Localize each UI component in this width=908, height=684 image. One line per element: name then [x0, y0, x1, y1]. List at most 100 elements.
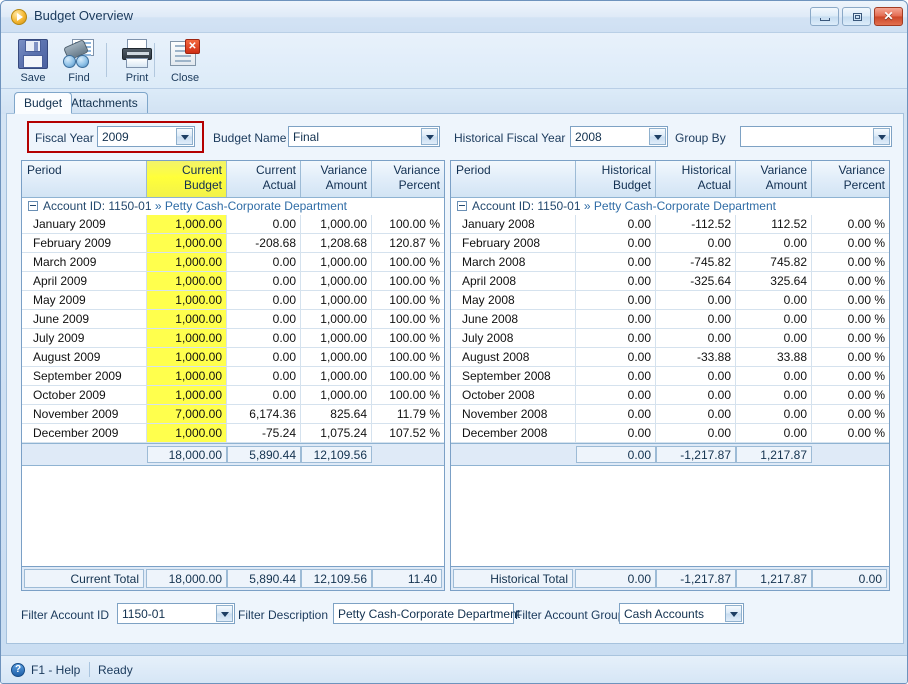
cell-actual[interactable]: 0.00: [656, 234, 736, 253]
cell-actual[interactable]: 0.00: [656, 424, 736, 443]
cell-budget[interactable]: 0.00: [576, 405, 656, 424]
cell-period[interactable]: May 2008: [451, 291, 576, 310]
cell-variance-amount[interactable]: 0.00: [736, 234, 812, 253]
cell-period[interactable]: February 2008: [451, 234, 576, 253]
cell-actual[interactable]: 0.00: [227, 386, 301, 405]
cell-period[interactable]: July 2008: [451, 329, 576, 348]
cell-period[interactable]: November 2009: [22, 405, 147, 424]
cell-variance-percent[interactable]: 0.00 %: [812, 234, 889, 253]
cell-actual[interactable]: -112.52: [656, 215, 736, 234]
table-row[interactable]: May 2008 0.00 0.00 0.00 0.00 %: [451, 291, 889, 310]
table-row[interactable]: August 2009 1,000.00 0.00 1,000.00 100.00 %: [22, 348, 444, 367]
cell-actual[interactable]: 6,174.36: [227, 405, 301, 424]
cell-variance-amount[interactable]: 1,000.00: [301, 329, 372, 348]
header-period-historical[interactable]: Period: [451, 161, 576, 197]
cell-variance-amount[interactable]: 745.82: [736, 253, 812, 272]
cell-variance-percent[interactable]: 0.00 %: [812, 272, 889, 291]
collapse-group-icon[interactable]: [28, 201, 38, 211]
chevron-down-icon[interactable]: [216, 605, 233, 622]
cell-actual[interactable]: 0.00: [227, 348, 301, 367]
fiscal-year-select[interactable]: 2009: [97, 126, 195, 147]
cell-variance-percent[interactable]: 100.00 %: [372, 348, 444, 367]
table-row[interactable]: October 2008 0.00 0.00 0.00 0.00 %: [451, 386, 889, 405]
header-variance-amount-hist[interactable]: Variance Amount: [736, 161, 812, 197]
cell-variance-amount[interactable]: 1,075.24: [301, 424, 372, 443]
cell-budget[interactable]: 1,000.00: [147, 253, 227, 272]
cell-period[interactable]: November 2008: [451, 405, 576, 424]
tab-attachments[interactable]: Attachments: [61, 92, 148, 114]
header-variance-percent[interactable]: Variance Percent: [372, 161, 444, 197]
cell-period[interactable]: September 2009: [22, 367, 147, 386]
table-row[interactable]: March 2008 0.00 -745.82 745.82 0.00 %: [451, 253, 889, 272]
chevron-down-icon[interactable]: [649, 128, 666, 145]
cell-actual[interactable]: 0.00: [656, 405, 736, 424]
cell-actual[interactable]: 0.00: [227, 310, 301, 329]
historical-fiscal-year-select[interactable]: 2008: [570, 126, 668, 147]
cell-budget[interactable]: 7,000.00: [147, 405, 227, 424]
cell-variance-percent[interactable]: 120.87 %: [372, 234, 444, 253]
table-row[interactable]: August 2008 0.00 -33.88 33.88 0.00 %: [451, 348, 889, 367]
table-row[interactable]: February 2009 1,000.00 -208.68 1,208.68 120.…: [22, 234, 444, 253]
cell-budget[interactable]: 1,000.00: [147, 272, 227, 291]
minimize-button[interactable]: [810, 7, 839, 26]
header-current-budget[interactable]: Current Budget: [147, 161, 227, 197]
cell-budget[interactable]: 1,000.00: [147, 291, 227, 310]
cell-variance-amount[interactable]: 1,000.00: [301, 386, 372, 405]
cell-budget[interactable]: 1,000.00: [147, 329, 227, 348]
cell-budget[interactable]: 1,000.00: [147, 215, 227, 234]
cell-period[interactable]: April 2009: [22, 272, 147, 291]
cell-variance-percent[interactable]: 100.00 %: [372, 272, 444, 291]
table-row[interactable]: November 2009 7,000.00 6,174.36 825.64 11.79…: [22, 405, 444, 424]
cell-variance-percent[interactable]: 100.00 %: [372, 215, 444, 234]
cell-budget[interactable]: 1,000.00: [147, 424, 227, 443]
table-row[interactable]: June 2009 1,000.00 0.00 1,000.00 100.00 %: [22, 310, 444, 329]
table-row[interactable]: September 2009 1,000.00 0.00 1,000.00 100.00…: [22, 367, 444, 386]
cell-variance-amount[interactable]: 0.00: [736, 310, 812, 329]
cell-period[interactable]: April 2008: [451, 272, 576, 291]
cell-budget[interactable]: 1,000.00: [147, 234, 227, 253]
cell-variance-percent[interactable]: 0.00 %: [812, 386, 889, 405]
cell-variance-amount[interactable]: 0.00: [736, 424, 812, 443]
cell-variance-amount[interactable]: 0.00: [736, 367, 812, 386]
cell-budget[interactable]: 0.00: [576, 253, 656, 272]
cell-variance-percent[interactable]: 107.52 %: [372, 424, 444, 443]
current-budget-grid[interactable]: Period Current Budget Current Actual Var…: [21, 160, 445, 591]
cell-variance-percent[interactable]: 0.00 %: [812, 424, 889, 443]
cell-budget[interactable]: 0.00: [576, 386, 656, 405]
cell-variance-percent[interactable]: 0.00 %: [812, 215, 889, 234]
cell-period[interactable]: October 2009: [22, 386, 147, 405]
table-row[interactable]: July 2008 0.00 0.00 0.00 0.00 %: [451, 329, 889, 348]
cell-variance-amount[interactable]: 1,000.00: [301, 367, 372, 386]
print-button[interactable]: Print: [111, 36, 163, 86]
header-period[interactable]: Period: [22, 161, 147, 197]
cell-actual[interactable]: -75.24: [227, 424, 301, 443]
table-row[interactable]: January 2009 1,000.00 0.00 1,000.00 100.00 %: [22, 215, 444, 234]
header-historical-actual[interactable]: Historical Actual: [656, 161, 736, 197]
cell-budget[interactable]: 0.00: [576, 348, 656, 367]
cell-period[interactable]: September 2008: [451, 367, 576, 386]
cell-actual[interactable]: 0.00: [227, 367, 301, 386]
cell-variance-percent[interactable]: 0.00 %: [812, 405, 889, 424]
header-current-actual[interactable]: Current Actual: [227, 161, 301, 197]
filter-account-id-select[interactable]: 1150-01: [117, 603, 235, 624]
table-row[interactable]: May 2009 1,000.00 0.00 1,000.00 100.00 %: [22, 291, 444, 310]
cell-variance-amount[interactable]: 1,000.00: [301, 253, 372, 272]
cell-period[interactable]: June 2008: [451, 310, 576, 329]
cell-variance-percent[interactable]: 0.00 %: [812, 310, 889, 329]
cell-period[interactable]: June 2009: [22, 310, 147, 329]
cell-variance-percent[interactable]: 0.00 %: [812, 329, 889, 348]
cell-actual[interactable]: -33.88: [656, 348, 736, 367]
table-row[interactable]: September 2008 0.00 0.00 0.00 0.00 %: [451, 367, 889, 386]
find-button[interactable]: Find: [53, 36, 105, 86]
table-row[interactable]: January 2008 0.00 -112.52 112.52 0.00 %: [451, 215, 889, 234]
cell-variance-percent[interactable]: 0.00 %: [812, 291, 889, 310]
cell-variance-amount[interactable]: 0.00: [736, 291, 812, 310]
chevron-down-icon[interactable]: [725, 605, 742, 622]
cell-period[interactable]: October 2008: [451, 386, 576, 405]
table-row[interactable]: March 2009 1,000.00 0.00 1,000.00 100.00 %: [22, 253, 444, 272]
table-row[interactable]: June 2008 0.00 0.00 0.00 0.00 %: [451, 310, 889, 329]
cell-budget[interactable]: 0.00: [576, 291, 656, 310]
cell-budget[interactable]: 1,000.00: [147, 367, 227, 386]
cell-variance-percent[interactable]: 100.00 %: [372, 329, 444, 348]
cell-variance-amount[interactable]: 112.52: [736, 215, 812, 234]
